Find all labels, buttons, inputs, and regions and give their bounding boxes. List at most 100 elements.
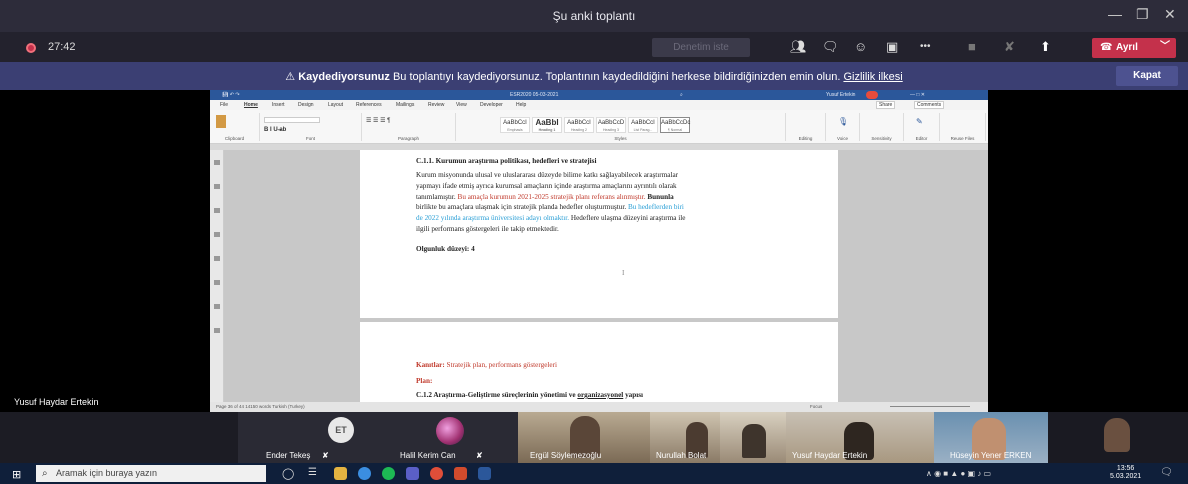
participant-gallery: ET Ender Tekeş ✘ Halil Kerim Can ✘ Ergül… xyxy=(0,412,1188,463)
participant-video[interactable]: Ergül Söylemezoğlu xyxy=(518,412,650,463)
word-ribbon-tabs: File Home Insert Design Layout Reference… xyxy=(210,100,988,110)
share-screen-icon[interactable]: ⬆ xyxy=(1040,39,1051,55)
style-emphasis[interactable]: AaBbCcI Emphasis xyxy=(500,117,530,133)
notifications-icon[interactable]: 🗨︎ xyxy=(1160,467,1173,478)
participant-video[interactable] xyxy=(720,412,786,463)
clock-date: 5.03.2021 xyxy=(1110,473,1142,480)
style-heading-3[interactable]: AaBbCcD Heading 3 xyxy=(596,117,626,133)
participants-icon[interactable]: 👥︎ xyxy=(790,39,807,55)
participant-tile[interactable]: ET Ender Tekeş ✘ xyxy=(238,412,366,463)
reactions-icon[interactable]: ☺ xyxy=(854,39,867,54)
nav-icon[interactable] xyxy=(214,160,220,165)
participant-video[interactable]: Nurullah Bolat xyxy=(650,412,720,463)
tab-home[interactable]: Home xyxy=(244,102,258,108)
mic-off-icon: ✘ xyxy=(322,451,329,460)
word-title-bar: 💾︎ ↶ ↷ ESR2020 05-03-2021 ⌕ Yusuf Erteki… xyxy=(210,90,988,100)
section-heading-c11: C.1.1. Kurumun araştırma politikası, hed… xyxy=(416,157,597,165)
voice-group: 🎙︎ Voice xyxy=(826,113,860,141)
paste-icon[interactable] xyxy=(216,115,226,128)
clock-time: 13:56 xyxy=(1116,465,1135,472)
style-heading-2[interactable]: AaBbCcI Heading 2 xyxy=(564,117,594,133)
taskbar-clock[interactable]: 13:56 5.03.2021 xyxy=(1110,465,1141,481)
chevron-down-icon[interactable]: ﹀ xyxy=(1160,37,1170,57)
tab-review[interactable]: Review xyxy=(428,102,444,108)
nav-icon[interactable] xyxy=(214,280,220,285)
paragraph-body: Kurum misyonunda ulusal ve uluslararası … xyxy=(416,171,686,233)
nav-icon[interactable] xyxy=(214,208,220,213)
cortana-icon[interactable]: ◯ xyxy=(282,467,294,480)
page-count-status: Page 36 of 44 14150 words Turkish (Turke… xyxy=(216,404,305,409)
taskbar-search-input[interactable]: ⌕ Aramak için buraya yazın xyxy=(36,465,266,482)
word-window-controls[interactable]: — □ ✕ xyxy=(910,92,925,98)
comments-button[interactable]: Comments xyxy=(914,101,945,109)
nav-icon[interactable] xyxy=(214,256,220,261)
participant-tile[interactable]: Halil Kerim Can ✘ xyxy=(366,412,518,463)
file-explorer-icon[interactable] xyxy=(334,467,347,480)
tab-insert[interactable]: Insert xyxy=(272,102,285,108)
document-page-1[interactable]: C.1.1. Kurumun araştırma politikası, hed… xyxy=(360,150,838,318)
tab-help[interactable]: Help xyxy=(516,102,526,108)
maximize-button[interactable]: ❐ xyxy=(1136,6,1149,23)
request-control-button[interactable]: Denetim iste xyxy=(652,38,750,57)
nav-icon[interactable] xyxy=(214,328,220,333)
tab-developer[interactable]: Developer xyxy=(480,102,503,108)
style-normal[interactable]: AaBbCcDc ¶ Normal xyxy=(660,117,690,133)
close-banner-button[interactable]: Kapat xyxy=(1116,66,1178,86)
windows-start-icon[interactable]: ⊞ xyxy=(12,468,21,481)
task-view-icon[interactable]: ☰ xyxy=(308,467,317,478)
tab-file[interactable]: File xyxy=(220,102,228,108)
font-name-select[interactable] xyxy=(264,117,320,123)
focus-mode-button[interactable]: Focus xyxy=(810,404,822,409)
edge-icon[interactable] xyxy=(358,467,371,480)
participant-video[interactable]: Hüseyin Yener ERKEN xyxy=(934,412,1048,463)
search-icon[interactable]: ⌕ xyxy=(680,92,683,98)
editor-icon[interactable]: ✎ xyxy=(916,117,923,126)
mic-off-icon[interactable]: ✘ xyxy=(1004,39,1015,55)
participant-name: Nurullah Bolat xyxy=(656,451,707,460)
participant-name: Yusuf Haydar Ertekin xyxy=(792,451,868,460)
nav-icon[interactable] xyxy=(214,184,220,189)
windows-taskbar: ⊞ ⌕ Aramak için buraya yazın ◯ ☰ ∧ ◉ ■ ▲… xyxy=(0,463,1188,484)
participant-name: Ender Tekeş xyxy=(266,451,311,460)
breakout-rooms-icon[interactable]: ▣ xyxy=(886,39,898,55)
tab-layout[interactable]: Layout xyxy=(328,102,343,108)
word-user-name: Yusuf Ertekin xyxy=(826,92,856,98)
camera-off-icon[interactable]: ■ xyxy=(968,39,976,54)
style-list-paragraph[interactable]: AaBbCcI List Parag... xyxy=(628,117,658,133)
document-page-2[interactable]: Kanıtlar: Stratejik plan, performans gös… xyxy=(360,322,838,402)
tab-mailings[interactable]: Mailings xyxy=(396,102,414,108)
nav-icon[interactable] xyxy=(214,304,220,309)
tray-icons[interactable]: ∧ ◉ ■ ▲ ● ▣ ♪ ▭ xyxy=(926,469,991,478)
spotify-icon[interactable] xyxy=(382,467,395,480)
tab-references[interactable]: References xyxy=(356,102,382,108)
leave-label: Ayrıl xyxy=(1116,42,1138,53)
dictate-icon[interactable]: 🎙︎ xyxy=(838,117,848,126)
chat-icon[interactable]: 🗨︎ xyxy=(822,39,839,55)
share-button[interactable]: Share xyxy=(876,101,896,109)
search-placeholder: Aramak için buraya yazın xyxy=(56,468,158,478)
word-icon[interactable] xyxy=(478,467,491,480)
styles-group: AaBbCcI Emphasis AaBbI Heading 1 AaBbCcI He… xyxy=(456,113,786,141)
participant-video[interactable] xyxy=(1048,412,1188,463)
teams-icon[interactable] xyxy=(406,467,419,480)
chrome-icon[interactable] xyxy=(430,467,443,480)
tab-design[interactable]: Design xyxy=(298,102,314,108)
editor-group: ✎ Editor xyxy=(904,113,940,141)
more-actions-button[interactable]: ••• xyxy=(920,41,931,52)
style-heading-1[interactable]: AaBbI Heading 1 xyxy=(532,117,562,133)
leave-button[interactable]: ☎ Ayrıl ﹀ xyxy=(1092,38,1176,58)
avatar xyxy=(436,417,464,445)
nav-icon[interactable] xyxy=(214,232,220,237)
close-window-button[interactable]: ✕ xyxy=(1164,6,1176,23)
tab-view[interactable]: View xyxy=(456,102,467,108)
word-ribbon: Clipboard B I U ̶ab Font ☰ ☰ ☰ ¶ Paragra… xyxy=(210,110,988,144)
sensitivity-group: Sensitivity xyxy=(860,113,904,141)
evidence-text: Stratejik plan, performans göstergeleri xyxy=(444,361,557,369)
participant-video[interactable]: Yusuf Haydar Ertekin xyxy=(786,412,934,463)
privacy-link[interactable]: Gizlilik ilkesi xyxy=(843,71,902,83)
paragraph-icons[interactable]: ☰ ☰ ☰ ¶ xyxy=(366,117,390,124)
minimize-button[interactable]: — xyxy=(1108,6,1122,22)
office-icon[interactable] xyxy=(454,467,467,480)
font-format-icons[interactable]: B I U ̶ab xyxy=(264,127,286,133)
zoom-slider[interactable] xyxy=(890,406,970,407)
